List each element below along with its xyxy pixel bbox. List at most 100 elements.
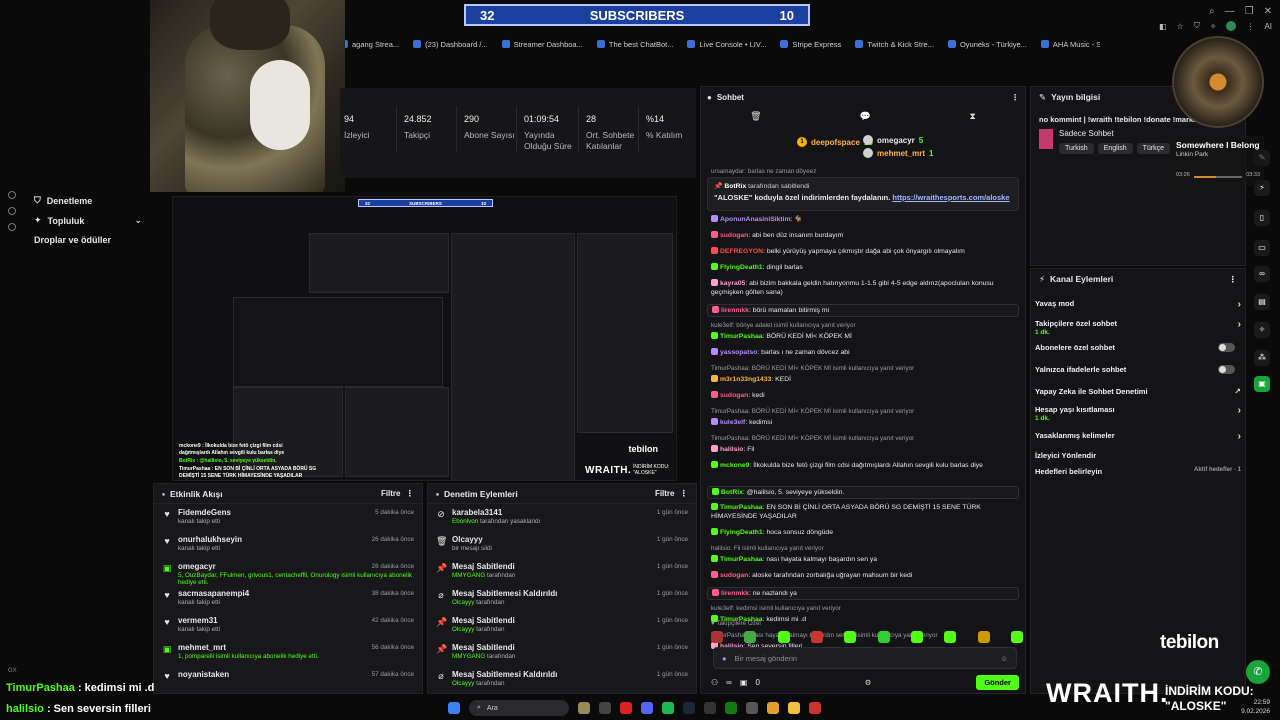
discord-icon[interactable] bbox=[641, 702, 653, 714]
nav-mini-icon[interactable] bbox=[8, 223, 16, 231]
xbox-icon[interactable] bbox=[725, 702, 737, 714]
menu-icon[interactable]: ⋮ bbox=[1246, 22, 1254, 31]
windows-start-icon[interactable] bbox=[448, 702, 460, 714]
chat-input[interactable]: ● Bir mesaj gönderin ☺ bbox=[713, 647, 1017, 669]
action-item[interactable]: Yapay Zeka ile Sohbet Denetimi ↗ bbox=[1035, 387, 1241, 396]
chat-username[interactable]: sudogan bbox=[720, 232, 748, 239]
puzzle-icon[interactable]: ✧ bbox=[1210, 22, 1217, 31]
audit-user[interactable]: Olcayyy bbox=[452, 626, 474, 633]
taskbar-app-icon[interactable] bbox=[746, 702, 758, 714]
bookmark-item[interactable]: AHA Music - Song... bbox=[1040, 40, 1100, 49]
audit-user[interactable]: Olcayyy bbox=[452, 599, 474, 606]
emote-icon[interactable] bbox=[1010, 631, 1023, 643]
taskbar-app-icon[interactable] bbox=[578, 702, 590, 714]
action-item[interactable]: Yasaklanmış kelimeler › bbox=[1035, 431, 1241, 442]
nav-item-moderation[interactable]: ⛉ Denetleme bbox=[34, 195, 92, 206]
steam-icon[interactable] bbox=[683, 702, 695, 714]
action-item[interactable]: Takipçilere özel sohbet 1 dk. › bbox=[1035, 319, 1241, 336]
extension-icon[interactable]: ◧ bbox=[1159, 22, 1167, 31]
chat-username[interactable]: kayra05 bbox=[720, 280, 745, 287]
chat-username[interactable]: sudogan bbox=[720, 572, 748, 579]
gift-icon[interactable]: ▣ bbox=[740, 678, 748, 687]
chat-icon[interactable]: ▭ bbox=[1254, 240, 1270, 256]
layout-icon[interactable]: ▤ bbox=[1254, 294, 1270, 310]
emote-icon[interactable] bbox=[844, 631, 857, 643]
emote-icon[interactable] bbox=[877, 631, 890, 643]
search-icon[interactable]: ⌕ bbox=[1209, 6, 1215, 17]
shield-icon[interactable]: ⛉ bbox=[1194, 21, 1200, 31]
hourglass-icon[interactable]: ⧗ bbox=[969, 111, 975, 122]
send-button[interactable]: Gönder bbox=[976, 674, 1019, 690]
action-item[interactable]: Yalnızca ifadelerle sohbet bbox=[1035, 365, 1241, 374]
emote-icon[interactable] bbox=[977, 631, 990, 643]
taskbar-search[interactable]: ⌕ Ara bbox=[469, 700, 569, 716]
chat-username[interactable]: TimurPashaa bbox=[720, 504, 763, 511]
bookmark-item[interactable]: The best ChatBot... bbox=[596, 40, 673, 49]
nav-item-community[interactable]: ✦ Topluluk ⌄ bbox=[34, 215, 142, 226]
chat-username[interactable]: FlyingDeath1 bbox=[720, 264, 763, 271]
chat-username[interactable]: halilsio bbox=[720, 446, 743, 453]
app-icon[interactable]: ▣ bbox=[1254, 376, 1270, 392]
folder-icon[interactable] bbox=[788, 702, 800, 714]
opera-gx-icon[interactable] bbox=[620, 702, 632, 714]
more-icon[interactable]: ⋮ bbox=[680, 488, 689, 499]
audit-user[interactable]: MMYGANG bbox=[452, 653, 485, 660]
toggle-switch[interactable] bbox=[1218, 343, 1235, 352]
bookmark-item[interactable]: Twitch & Kick Stre... bbox=[855, 40, 934, 49]
chat-username[interactable]: m3r1n33ng1433 bbox=[720, 376, 771, 383]
filter-button[interactable]: Filtre bbox=[381, 489, 401, 498]
chat-username[interactable]: sudogan bbox=[720, 392, 748, 399]
pinned-message[interactable]: 📌 BotRix tarafından sabitlendi "ALOSKE" … bbox=[707, 177, 1019, 211]
stream-tag[interactable]: Türkçe bbox=[1136, 143, 1171, 154]
emote-icon[interactable] bbox=[910, 631, 923, 643]
bookmark-item[interactable]: Stripe Express bbox=[780, 40, 841, 49]
action-item[interactable]: Yavaş mod › bbox=[1035, 299, 1241, 310]
bookmark-item[interactable]: (23) Dashboard /... bbox=[413, 40, 488, 49]
emoji-icon[interactable]: ☺ bbox=[1000, 654, 1008, 663]
bookmark-item[interactable]: Live Console • LIV... bbox=[687, 40, 766, 49]
chat-username[interactable]: kule3elf bbox=[720, 419, 745, 426]
audit-user[interactable]: MMYGANG bbox=[452, 572, 485, 579]
star-icon[interactable]: ☆ bbox=[1177, 22, 1184, 31]
emote-icon[interactable] bbox=[777, 631, 790, 643]
chat-username[interactable]: DEFREGYON bbox=[720, 248, 763, 255]
audit-user[interactable]: Ebonlvon bbox=[452, 518, 478, 525]
emote-icon[interactable] bbox=[744, 631, 757, 643]
ai-button[interactable]: AI bbox=[1264, 22, 1272, 31]
nav-item-drops[interactable]: Droplar ve ödüller bbox=[34, 235, 111, 245]
users-icon[interactable]: ⚇ bbox=[711, 678, 718, 687]
taskbar-app-icon[interactable] bbox=[809, 702, 821, 714]
stream-tag[interactable]: Turkish bbox=[1059, 143, 1094, 154]
chat-username[interactable]: FlyingDeath1 bbox=[720, 529, 763, 536]
more-icon[interactable]: ⋮ bbox=[1011, 93, 1019, 102]
profile-avatar[interactable] bbox=[1226, 21, 1237, 31]
pinned-link[interactable]: https://wraithesports.com/aloske bbox=[892, 193, 1009, 202]
chat-username[interactable]: BotRix bbox=[721, 489, 743, 496]
wrench-icon[interactable]: ✧ bbox=[1254, 322, 1270, 338]
mic-icon[interactable]: ● bbox=[722, 654, 727, 663]
chat-username[interactable]: mckone9 bbox=[720, 462, 749, 469]
chat-settings-icon[interactable]: ⚙ bbox=[857, 675, 880, 690]
action-item[interactable]: İzleyici Yönlendir bbox=[1035, 451, 1241, 460]
nav-mini-icon[interactable] bbox=[8, 191, 16, 199]
leaderboard-entry[interactable]: mehmet_mrt 1 bbox=[863, 148, 933, 158]
nav-mini-icon[interactable] bbox=[8, 207, 16, 215]
action-item[interactable]: Hesap yaşı kısıtlaması 1 dk. › bbox=[1035, 405, 1241, 422]
restore-icon[interactable]: ❐ bbox=[1245, 6, 1254, 17]
chat-username[interactable]: TimurPashaa bbox=[720, 333, 763, 340]
leaderboard-entry[interactable]: omegacyr 5 bbox=[863, 135, 923, 145]
close-icon[interactable]: ✕ bbox=[1264, 6, 1272, 17]
emote-icon[interactable] bbox=[944, 631, 957, 643]
more-icon[interactable]: ⋮ bbox=[406, 488, 415, 499]
audit-user[interactable]: Olcayyy bbox=[452, 680, 474, 687]
link-icon[interactable]: ∞ bbox=[1254, 266, 1270, 282]
emote-icon[interactable] bbox=[711, 631, 723, 643]
action-item[interactable]: Hedefleri belirleyin Aktif hedefler · 1 bbox=[1035, 467, 1241, 476]
chat-username[interactable]: lirenmkk bbox=[721, 590, 749, 597]
chat-username[interactable]: yassopatso bbox=[720, 349, 757, 356]
filter-button[interactable]: Filtre bbox=[655, 489, 675, 498]
leaderboard-entry[interactable]: 1deepofspace15 bbox=[797, 137, 873, 147]
bookmark-item[interactable]: Streamer Dashboa... bbox=[501, 40, 583, 49]
epic-icon[interactable] bbox=[704, 702, 716, 714]
speech-bubble-icon[interactable]: 💬 bbox=[860, 111, 871, 122]
